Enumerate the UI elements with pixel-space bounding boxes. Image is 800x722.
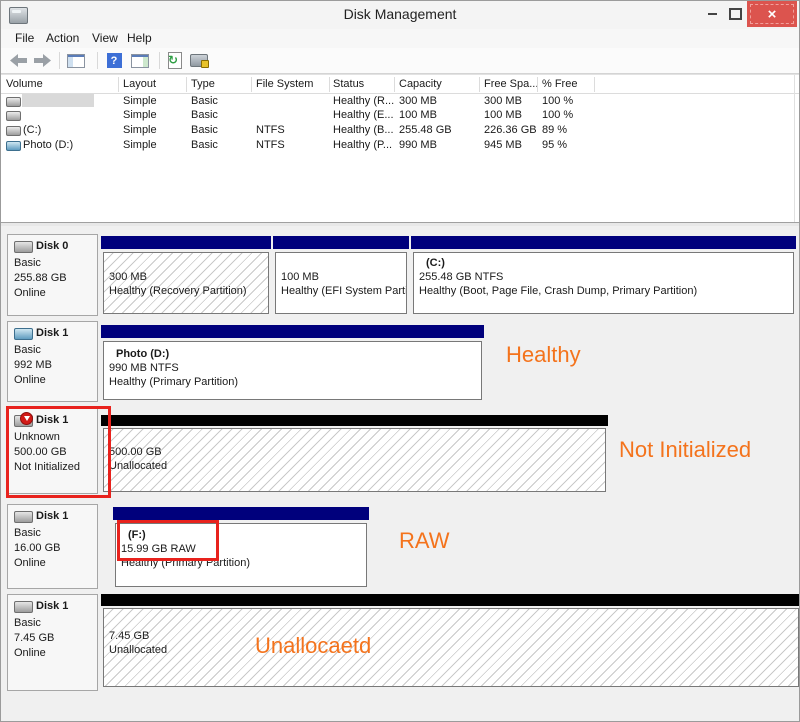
col-status[interactable]: Status — [333, 78, 364, 90]
annotation-raw: RAW — [399, 528, 450, 554]
toolbar-divider — [97, 52, 98, 69]
help-icon[interactable]: ? — [105, 52, 123, 69]
menu-file[interactable]: File — [15, 31, 34, 45]
annotation-healthy: Healthy — [506, 342, 581, 368]
disk-icon — [14, 601, 33, 613]
disk-icon — [14, 328, 33, 340]
disk1-label-panel[interactable]: Disk 1 Basic 992 MB Online — [7, 321, 98, 402]
menu-help[interactable]: Help — [127, 31, 152, 45]
disk-management-window: Disk Management × File Action View Help … — [0, 0, 800, 722]
col-layout[interactable]: Layout — [123, 78, 156, 90]
col-capacity[interactable]: Capacity — [399, 78, 442, 90]
disk-icon — [14, 241, 33, 253]
minimize-button[interactable] — [701, 1, 723, 27]
col-volume[interactable]: Volume — [6, 78, 43, 90]
maximize-button[interactable] — [724, 1, 746, 27]
action-pane-icon[interactable] — [131, 52, 149, 69]
col-file-system[interactable]: File System — [256, 78, 313, 90]
disk-icon — [14, 511, 33, 523]
col-pct-free[interactable]: % Free — [542, 78, 577, 90]
forward-icon[interactable] — [33, 52, 51, 69]
disk-row-4: Disk 1 Basic 7.45 GB Online 7.45 GB Unal… — [1, 594, 799, 691]
disk4-label-panel[interactable]: Disk 1 Basic 7.45 GB Online — [7, 594, 98, 691]
disk3-label-panel[interactable]: Disk 1 Basic 16.00 GB Online — [7, 504, 98, 589]
col-type[interactable]: Type — [191, 78, 215, 90]
maximize-icon — [729, 8, 742, 20]
console-tree-icon[interactable] — [67, 52, 85, 69]
selected-volume-highlight — [22, 94, 94, 107]
volume-row-c[interactable]: (C:) Simple Basic NTFS Healthy (B... 255… — [1, 123, 799, 138]
window-title: Disk Management — [1, 6, 799, 22]
highlight-rect-not-initialized-disk — [6, 406, 111, 498]
volume-icon — [6, 97, 21, 107]
disk-row-1: Disk 1 Basic 992 MB Online Photo (D:) 99… — [1, 321, 799, 402]
minimize-icon — [708, 13, 717, 15]
partition-photo-d[interactable]: Photo (D:) 990 MB NTFS Healthy (Primary … — [101, 325, 484, 402]
volume-icon — [6, 126, 21, 136]
disk-row-0: Disk 0 Basic 255.88 GB Online 300 MB Hea… — [1, 234, 799, 316]
volume-list: Volume Layout Type File System Status Ca… — [1, 74, 799, 223]
volume-icon — [6, 141, 21, 151]
refresh-icon[interactable] — [166, 52, 184, 69]
partition-c[interactable]: (C:) 255.48 GB NTFS Healthy (Boot, Page … — [411, 236, 796, 316]
annotation-unallocated: Unallocaetd — [255, 633, 371, 659]
partition-efi[interactable]: 100 MB Healthy (EFI System Partitio — [273, 236, 409, 316]
graphical-view: Disk 0 Basic 255.88 GB Online 300 MB Hea… — [1, 226, 799, 722]
volume-row-photo-d[interactable]: Photo (D:) Simple Basic NTFS Healthy (P.… — [1, 138, 799, 153]
menu-view[interactable]: View — [92, 31, 118, 45]
volume-list-header: Volume Layout Type File System Status Ca… — [1, 76, 799, 94]
toolbar: ? — [1, 48, 799, 74]
toolbar-divider — [59, 52, 60, 69]
partition-recovery[interactable]: 300 MB Healthy (Recovery Partition) — [101, 236, 271, 316]
volume-icon — [6, 111, 21, 121]
menu-bar: File Action View Help — [1, 29, 799, 48]
disk0-label-panel[interactable]: Disk 0 Basic 255.88 GB Online — [7, 234, 98, 316]
unallocated-region-7gb[interactable]: 7.45 GB Unallocated — [101, 594, 800, 689]
back-icon[interactable] — [9, 52, 27, 69]
rescan-disks-icon[interactable] — [190, 52, 208, 69]
close-icon: × — [768, 7, 777, 22]
title-bar: Disk Management × — [1, 1, 799, 29]
menu-action[interactable]: Action — [46, 31, 79, 45]
volume-row-recovery[interactable]: Simple Basic Healthy (R... 300 MB 300 MB… — [1, 94, 799, 109]
annotation-not-initialized: Not Initialized — [619, 437, 751, 463]
close-button[interactable]: × — [747, 1, 797, 27]
col-free-space[interactable]: Free Spa... — [484, 78, 538, 90]
volume-row-efi[interactable]: Simple Basic Healthy (E... 100 MB 100 MB… — [1, 108, 799, 123]
unallocated-region-500gb[interactable]: 500.00 GB Unallocated — [101, 415, 608, 494]
highlight-rect-raw-volume — [117, 520, 219, 561]
toolbar-divider — [159, 52, 160, 69]
